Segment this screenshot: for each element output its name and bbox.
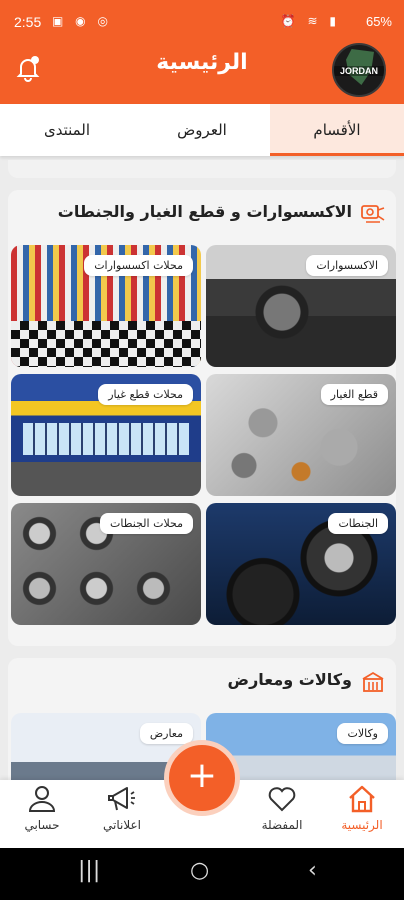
main-content: الاكسسوارات و قطع الغيار والجنطات الاكسس… bbox=[0, 160, 404, 780]
tile-accessories[interactable]: الاكسسوارات bbox=[206, 245, 396, 367]
showroom-icon bbox=[360, 670, 386, 694]
tile-accessories-stores[interactable]: محلات اكسسوارات bbox=[11, 245, 201, 367]
system-navigation-bar: ||| ○ ‹ bbox=[0, 848, 404, 900]
recent-apps-button[interactable]: ||| bbox=[78, 858, 100, 883]
tile-spare-parts[interactable]: قطع الغيار bbox=[206, 374, 396, 496]
tab-bar: الأقسام العروض المنتدى bbox=[0, 104, 404, 156]
tile-label: قطع الغيار bbox=[320, 384, 388, 405]
section-header: وكالات ومعارض bbox=[8, 658, 396, 708]
status-system-icons: ⏰ ≋ ▮ bbox=[280, 14, 340, 28]
megaphone-icon bbox=[108, 787, 135, 811]
status-bar: 2:55 ▣ ◉ ◎ ⏰ ≋ ▮ 65% bbox=[0, 0, 404, 42]
section-accessories-parts-rims: الاكسسوارات و قطع الغيار والجنطات الاكسس… bbox=[8, 190, 396, 646]
tile-label: معارض bbox=[139, 723, 193, 744]
previous-card-edge bbox=[8, 160, 396, 178]
nav-account[interactable]: حسابي bbox=[2, 782, 82, 846]
tile-label: محلات قطع غيار bbox=[98, 384, 193, 405]
section-title: الاكسسوارات و قطع الغيار والجنطات bbox=[57, 202, 352, 221]
section-header: الاكسسوارات و قطع الغيار والجنطات bbox=[8, 190, 396, 240]
status-time: 2:55 bbox=[14, 14, 42, 30]
tile-label: محلات اكسسوارات bbox=[84, 255, 193, 276]
app-header: الرئيسية JORDAN bbox=[0, 42, 404, 104]
heart-icon bbox=[268, 787, 296, 812]
tile-label: الجنطات bbox=[328, 513, 388, 534]
tile-label: الاكسسوارات bbox=[306, 255, 388, 276]
status-notification-icons: ▣ ◉ ◎ bbox=[52, 14, 112, 28]
add-ad-button[interactable]: + bbox=[164, 740, 240, 816]
battery-level: 65% bbox=[365, 14, 392, 29]
tile-rims[interactable]: الجنطات bbox=[206, 503, 396, 625]
user-icon bbox=[28, 786, 56, 812]
tile-label: محلات الجنطات bbox=[100, 513, 193, 534]
nav-label: المفضلة bbox=[261, 818, 303, 832]
tab-sections[interactable]: الأقسام bbox=[270, 104, 404, 156]
tile-rims-stores[interactable]: محلات الجنطات bbox=[11, 503, 201, 625]
tab-forum[interactable]: المنتدى bbox=[0, 104, 134, 156]
car-parts-icon bbox=[360, 202, 386, 226]
section-title: وكالات ومعارض bbox=[227, 670, 352, 689]
system-back-button[interactable]: ‹ bbox=[308, 858, 317, 883]
nav-label: حسابي bbox=[24, 818, 60, 832]
nav-label: الرئيسية bbox=[341, 818, 383, 832]
logo-text: JORDAN bbox=[334, 66, 384, 76]
tile-label: وكالات bbox=[337, 723, 388, 744]
system-home-button[interactable]: ○ bbox=[190, 858, 209, 883]
nav-home[interactable]: الرئيسية bbox=[322, 782, 402, 846]
home-icon bbox=[349, 785, 375, 813]
app-logo: JORDAN bbox=[332, 43, 386, 97]
tile-spare-parts-stores[interactable]: محلات قطع غيار bbox=[11, 374, 201, 496]
tab-offers[interactable]: العروض bbox=[135, 104, 269, 156]
nav-label: اعلاناتي bbox=[103, 818, 141, 832]
nav-my-ads[interactable]: اعلاناتي bbox=[82, 782, 162, 846]
nav-favorites[interactable]: المفضلة bbox=[242, 782, 322, 846]
